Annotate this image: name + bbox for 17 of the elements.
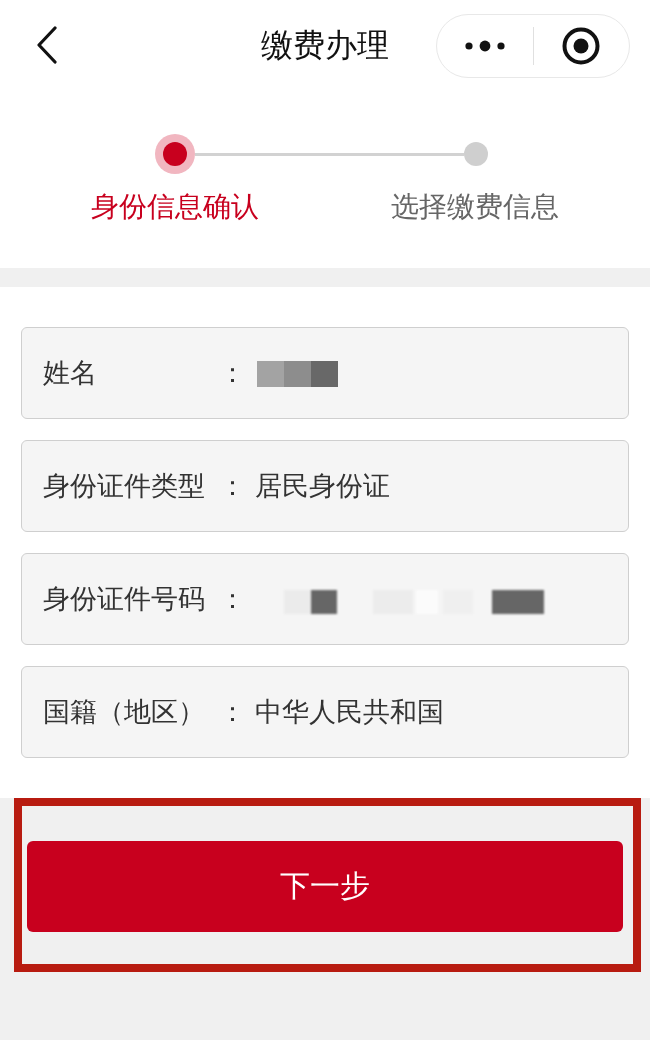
field-label: 国籍（地区）: [43, 695, 206, 729]
colon-separator: ：: [219, 356, 247, 390]
colon-separator: ：: [219, 469, 247, 503]
colon-separator: ：: [219, 695, 247, 729]
field-label: 身份证件类型: [43, 469, 206, 503]
colon-separator: ：: [219, 582, 247, 616]
next-button[interactable]: 下一步: [27, 841, 623, 932]
field-label: 姓名: [43, 356, 98, 390]
field-value: 居民身份证: [255, 469, 390, 503]
page-title: 缴费办理: [261, 25, 389, 65]
step-label: 身份信息确认: [91, 190, 259, 224]
more-icon[interactable]: [464, 40, 505, 52]
field-label: 身份证件号码: [43, 582, 206, 616]
field-value: 中华人民共和国: [255, 695, 444, 729]
step-label: 选择缴费信息: [391, 190, 559, 224]
target-icon[interactable]: [562, 27, 601, 65]
back-icon[interactable]: [36, 26, 58, 64]
